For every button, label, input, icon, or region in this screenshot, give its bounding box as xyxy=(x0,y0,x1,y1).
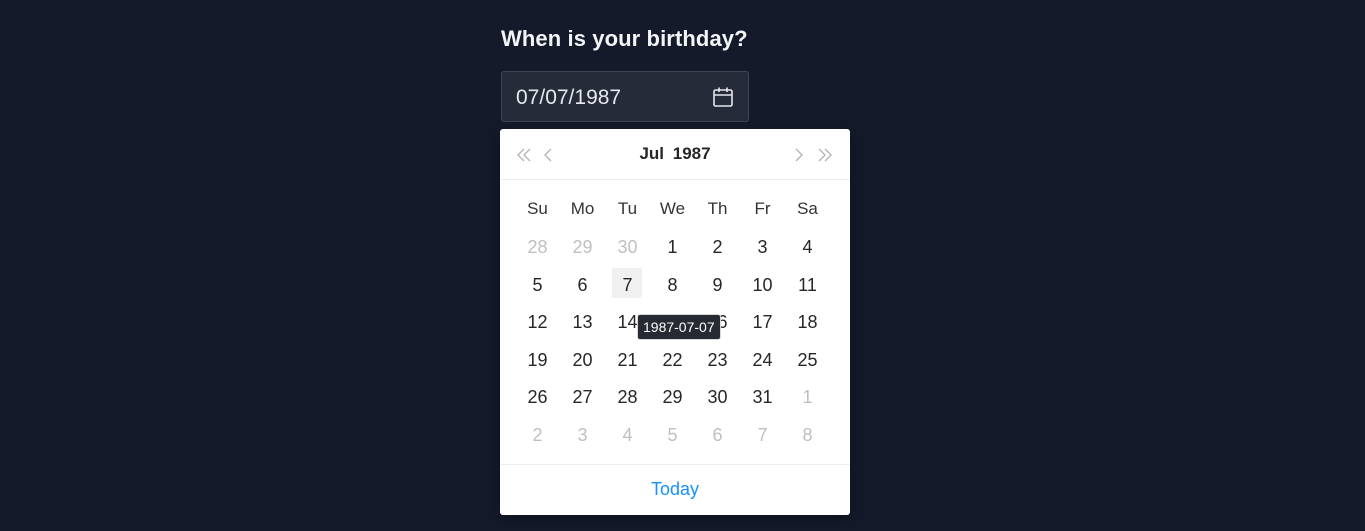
day-cell[interactable]: 28 xyxy=(515,237,560,258)
today-button[interactable]: Today xyxy=(651,479,699,500)
weekday-label: We xyxy=(659,199,686,218)
selected-day-cell[interactable]: 7 xyxy=(605,267,650,298)
day-cell[interactable]: 2 xyxy=(695,237,740,258)
day-cell[interactable]: 3 xyxy=(740,237,785,258)
day-cell[interactable]: 21 xyxy=(605,350,650,371)
day-cell[interactable]: 26 xyxy=(515,387,560,408)
date-input-value[interactable]: 07/07/1987 xyxy=(516,86,621,110)
day-cell[interactable]: 8 xyxy=(785,425,830,446)
calendar-week: 26 27 28 29 30 31 1 xyxy=(515,379,830,417)
day-cell[interactable]: 4 xyxy=(785,237,830,258)
day-cell[interactable]: 10 xyxy=(740,275,785,296)
picker-header: Jul 1987 xyxy=(500,129,850,180)
double-chevron-right-icon[interactable] xyxy=(816,145,834,165)
day-cell[interactable]: 30 xyxy=(695,387,740,408)
calendar-grid: 28 29 30 1 2 3 4 5 6 7 8 9 10 11 12 13 1… xyxy=(515,229,830,454)
weekday-label: Fr xyxy=(754,199,771,218)
day-cell[interactable]: 19 xyxy=(515,350,560,371)
weekday-label: Tu xyxy=(617,199,638,218)
chevron-right-icon[interactable] xyxy=(793,145,805,165)
weekday-label: Su xyxy=(527,199,548,218)
day-cell[interactable]: 8 xyxy=(650,275,695,296)
day-cell[interactable]: 2 xyxy=(515,425,560,446)
day-cell[interactable]: 31 xyxy=(740,387,785,408)
weekday-header-row: Su Mo Tu We Th Fr Sa xyxy=(515,199,830,219)
day-cell[interactable]: 27 xyxy=(560,387,605,408)
day-cell[interactable]: 7 xyxy=(740,425,785,446)
calendar-week: 5 6 7 8 9 10 11 xyxy=(515,267,830,305)
day-cell[interactable]: 5 xyxy=(650,425,695,446)
day-cell[interactable]: 29 xyxy=(650,387,695,408)
calendar-week: 28 29 30 1 2 3 4 xyxy=(515,229,830,267)
day-cell[interactable]: 20 xyxy=(560,350,605,371)
date-tooltip: 1987-07-07 xyxy=(637,314,721,340)
year-label[interactable]: 1987 xyxy=(673,144,711,163)
day-cell[interactable]: 9 xyxy=(695,275,740,296)
day-cell[interactable]: 24 xyxy=(740,350,785,371)
day-cell[interactable]: 5 xyxy=(515,275,560,296)
day-cell[interactable]: 22 xyxy=(650,350,695,371)
question-label: When is your birthday? xyxy=(501,26,748,51)
day-cell[interactable]: 28 xyxy=(605,387,650,408)
weekday-label: Th xyxy=(707,199,728,218)
day-cell[interactable]: 3 xyxy=(560,425,605,446)
day-cell[interactable]: 12 xyxy=(515,312,560,333)
day-cell[interactable]: 29 xyxy=(560,237,605,258)
day-cell[interactable]: 13 xyxy=(560,312,605,333)
month-label[interactable]: Jul xyxy=(639,144,664,163)
day-cell[interactable]: 11 xyxy=(785,275,830,296)
day-cell[interactable]: 17 xyxy=(740,312,785,333)
day-cell[interactable]: 6 xyxy=(695,425,740,446)
calendar-week: 19 20 21 22 23 24 25 xyxy=(515,342,830,380)
day-cell[interactable]: 23 xyxy=(695,350,740,371)
day-cell[interactable]: 30 xyxy=(605,237,650,258)
day-cell[interactable]: 4 xyxy=(605,425,650,446)
day-cell[interactable]: 1 xyxy=(650,237,695,258)
day-cell[interactable]: 6 xyxy=(560,275,605,296)
day-cell[interactable]: 1 xyxy=(785,387,830,408)
day-cell[interactable]: 18 xyxy=(785,312,830,333)
day-cell[interactable]: 25 xyxy=(785,350,830,371)
calendar-icon[interactable] xyxy=(712,86,734,108)
weekday-label: Sa xyxy=(797,199,818,218)
picker-footer: Today xyxy=(500,464,850,515)
birthday-date-field[interactable]: 07/07/1987 xyxy=(501,71,749,122)
weekday-label: Mo xyxy=(570,199,595,218)
calendar-week: 2 3 4 5 6 7 8 xyxy=(515,417,830,455)
